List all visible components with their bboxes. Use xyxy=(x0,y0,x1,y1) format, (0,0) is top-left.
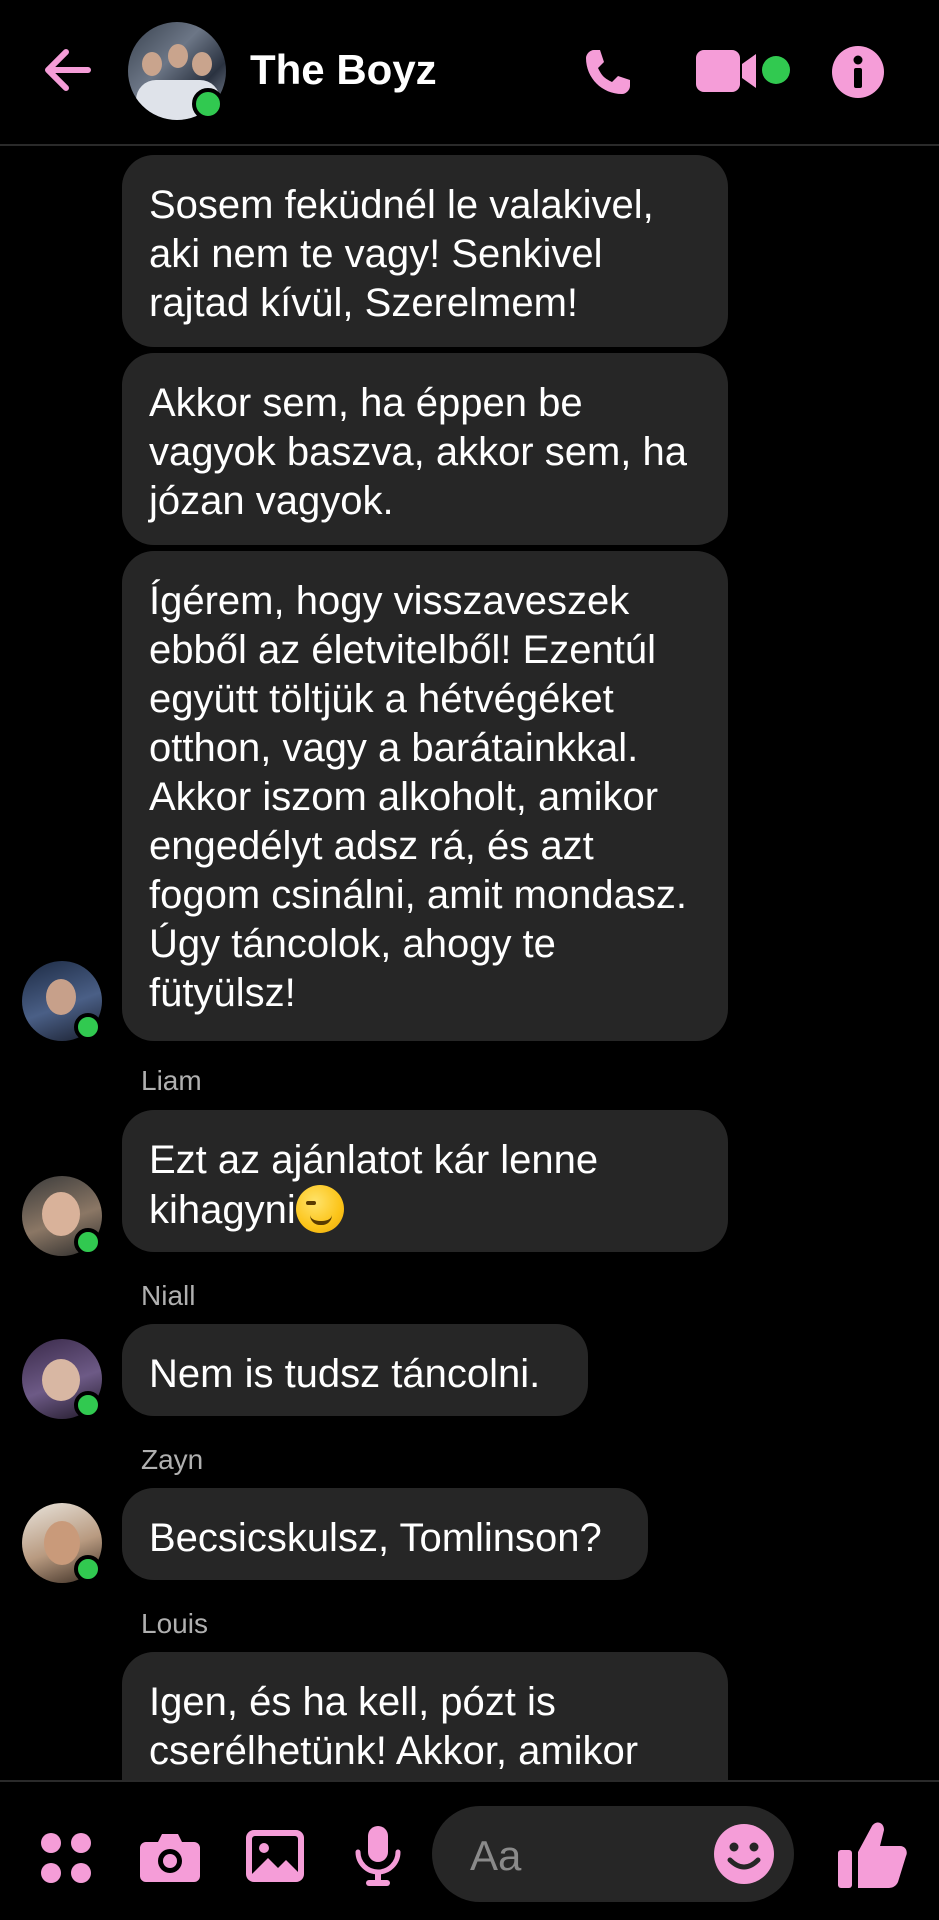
smirk-emoji-icon xyxy=(295,1185,344,1233)
chat-header: The Boyz xyxy=(0,0,939,146)
group-avatar[interactable] xyxy=(128,22,226,120)
info-button[interactable] xyxy=(832,46,884,103)
message-text: Nem is tudsz táncolni. xyxy=(149,1352,541,1396)
more-actions-button[interactable] xyxy=(40,1832,92,1889)
online-indicator xyxy=(192,88,224,120)
gallery-button[interactable] xyxy=(246,1830,304,1887)
message-text: Ígérem, hogy visszaveszek ebből az életv… xyxy=(149,579,688,1015)
smiley-icon xyxy=(714,1824,774,1884)
chat-title[interactable]: The Boyz xyxy=(250,46,437,94)
microphone-icon xyxy=(355,1826,401,1886)
four-dots-menu-icon xyxy=(41,1833,91,1883)
like-button[interactable] xyxy=(838,1820,908,1895)
online-indicator xyxy=(74,1228,102,1256)
online-indicator xyxy=(74,1013,102,1041)
emoji-button[interactable] xyxy=(714,1824,774,1889)
sender-name: Liam xyxy=(141,1065,202,1096)
message-bubble[interactable]: Ezt az ajánlatot kár lenne kihagyni xyxy=(122,1110,728,1252)
sender-avatar[interactable] xyxy=(22,1339,102,1419)
message-bubble[interactable]: Ígérem, hogy visszaveszek ebből az életv… xyxy=(122,551,728,1041)
message-input[interactable]: Aa xyxy=(432,1806,794,1902)
message-bubble[interactable]: Nem is tudsz táncolni. xyxy=(122,1324,588,1416)
sender-name: Zayn xyxy=(141,1444,204,1475)
input-placeholder: Aa xyxy=(470,1832,522,1879)
message-text: Igen, és ha kell, pózt is cserélhetünk! … xyxy=(149,1680,639,1773)
arrow-left-icon xyxy=(45,49,91,91)
message-bubble[interactable]: Becsicskulsz, Tomlinson? xyxy=(122,1488,648,1580)
sender-name: Niall xyxy=(141,1280,196,1311)
video-camera-icon xyxy=(696,50,756,92)
video-call-button[interactable] xyxy=(696,48,758,99)
camera-icon xyxy=(140,1834,200,1882)
sender-avatar[interactable] xyxy=(22,961,102,1041)
message-text: Ezt az ajánlatot kár lenne kihagyni xyxy=(149,1138,599,1232)
image-icon xyxy=(246,1830,304,1882)
message-text: Becsicskulsz, Tomlinson? xyxy=(149,1516,602,1560)
camera-button[interactable] xyxy=(140,1830,200,1887)
composer-bar: Aa xyxy=(0,1780,939,1920)
message-bubble[interactable]: Igen, és ha kell, pózt is cserélhetünk! … xyxy=(122,1652,728,1780)
thumbs-up-icon xyxy=(838,1822,907,1888)
call-button[interactable] xyxy=(580,44,636,105)
message-bubble[interactable]: Akkor sem, ha éppen be vagyok baszva, ak… xyxy=(122,353,728,545)
online-indicator xyxy=(74,1391,102,1419)
message-list[interactable]: Sosem feküdnél le valakivel, aki nem te … xyxy=(0,146,939,1780)
phone-icon xyxy=(586,50,630,94)
sender-name: Louis xyxy=(141,1608,208,1639)
message-bubble[interactable]: Sosem feküdnél le valakivel, aki nem te … xyxy=(122,155,728,347)
info-icon xyxy=(832,46,884,98)
sender-avatar[interactable] xyxy=(22,1176,102,1256)
sender-avatar[interactable] xyxy=(22,1503,102,1583)
online-indicator xyxy=(74,1555,102,1583)
video-active-dot xyxy=(762,56,790,84)
message-text: Akkor sem, ha éppen be vagyok baszva, ak… xyxy=(149,381,688,523)
back-button[interactable] xyxy=(38,40,98,100)
voice-message-button[interactable] xyxy=(354,1826,402,1891)
message-text: Sosem feküdnél le valakivel, aki nem te … xyxy=(149,183,654,325)
